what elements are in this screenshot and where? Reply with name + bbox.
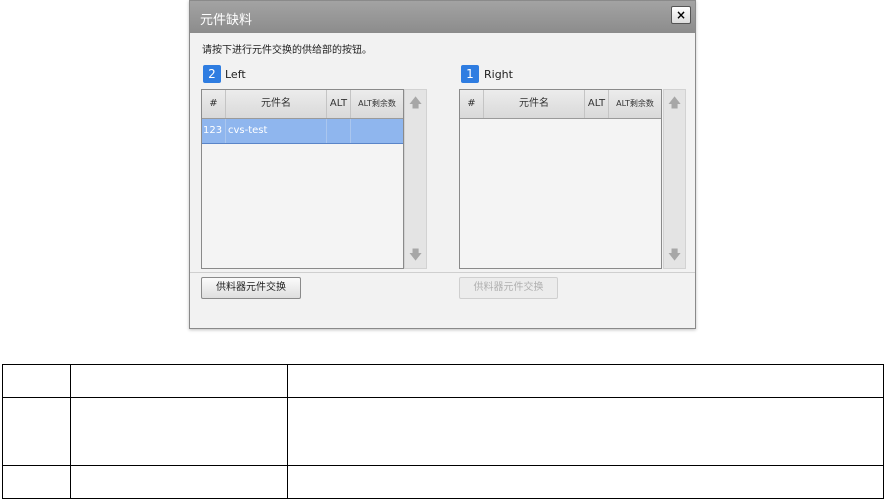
left-table-header: # 元件名 ALT ALT剩余数	[202, 90, 403, 119]
table-row[interactable]: 123 cvs-test	[202, 119, 403, 144]
left-feeder-exchange-button[interactable]: 供料器元件交换	[201, 277, 301, 299]
right-feeder-exchange-button[interactable]: 供料器元件交换	[459, 277, 558, 299]
column-header-part-name: 元件名	[226, 90, 327, 118]
table-cell	[287, 363, 884, 399]
table-cell	[70, 363, 288, 399]
dialog-titlebar: 元件缺料 ×	[190, 1, 695, 33]
column-header-alt-remaining: ALT剩余数	[358, 99, 396, 108]
column-header-alt: ALT	[585, 90, 609, 118]
table-cell	[287, 397, 884, 466]
table-cell	[2, 397, 71, 466]
table-cell	[287, 464, 884, 500]
table-cell	[70, 397, 288, 466]
part-shortage-dialog: 元件缺料 × 请按下进行元件交换的供给部的按钮。 2 Left # 元件名 AL…	[189, 0, 696, 329]
arrow-down-icon[interactable]: 🡇	[405, 246, 426, 266]
right-label: Right	[484, 68, 513, 81]
row-alt	[327, 119, 351, 143]
document-table	[2, 363, 884, 500]
right-count-badge: 1	[461, 65, 479, 83]
right-scrollbar[interactable]: 🡅 🡇	[663, 89, 686, 269]
left-scrollbar[interactable]: 🡅 🡇	[404, 89, 427, 269]
table-cell	[2, 464, 71, 500]
column-header-alt: ALT	[327, 90, 351, 118]
arrow-up-icon[interactable]: 🡅	[664, 94, 685, 114]
column-header-alt-remaining: ALT剩余数	[616, 99, 654, 108]
left-label: Left	[225, 68, 246, 81]
column-header-part-name: 元件名	[484, 90, 585, 118]
table-cell	[2, 363, 71, 399]
row-number: 123	[202, 119, 226, 143]
right-part-table: # 元件名 ALT ALT剩余数	[459, 89, 662, 269]
table-cell	[70, 464, 288, 500]
row-alt-remaining	[351, 119, 403, 143]
left-part-table: # 元件名 ALT ALT剩余数 123 cvs-test	[201, 89, 404, 269]
right-table-header: # 元件名 ALT ALT剩余数	[460, 90, 661, 119]
footer-divider	[190, 272, 695, 273]
arrow-down-icon[interactable]: 🡇	[664, 246, 685, 266]
left-count-badge: 2	[203, 65, 221, 83]
column-header-number: #	[460, 90, 484, 118]
table-row	[2, 464, 884, 500]
arrow-up-icon[interactable]: 🡅	[405, 94, 426, 114]
dialog-title: 元件缺料	[200, 13, 253, 28]
column-header-number: #	[202, 90, 226, 118]
table-row	[2, 397, 884, 466]
table-row	[2, 363, 884, 399]
instruction-text: 请按下进行元件交换的供给部的按钮。	[202, 45, 372, 56]
close-button[interactable]: ×	[671, 6, 691, 24]
row-part-name: cvs-test	[226, 119, 327, 143]
